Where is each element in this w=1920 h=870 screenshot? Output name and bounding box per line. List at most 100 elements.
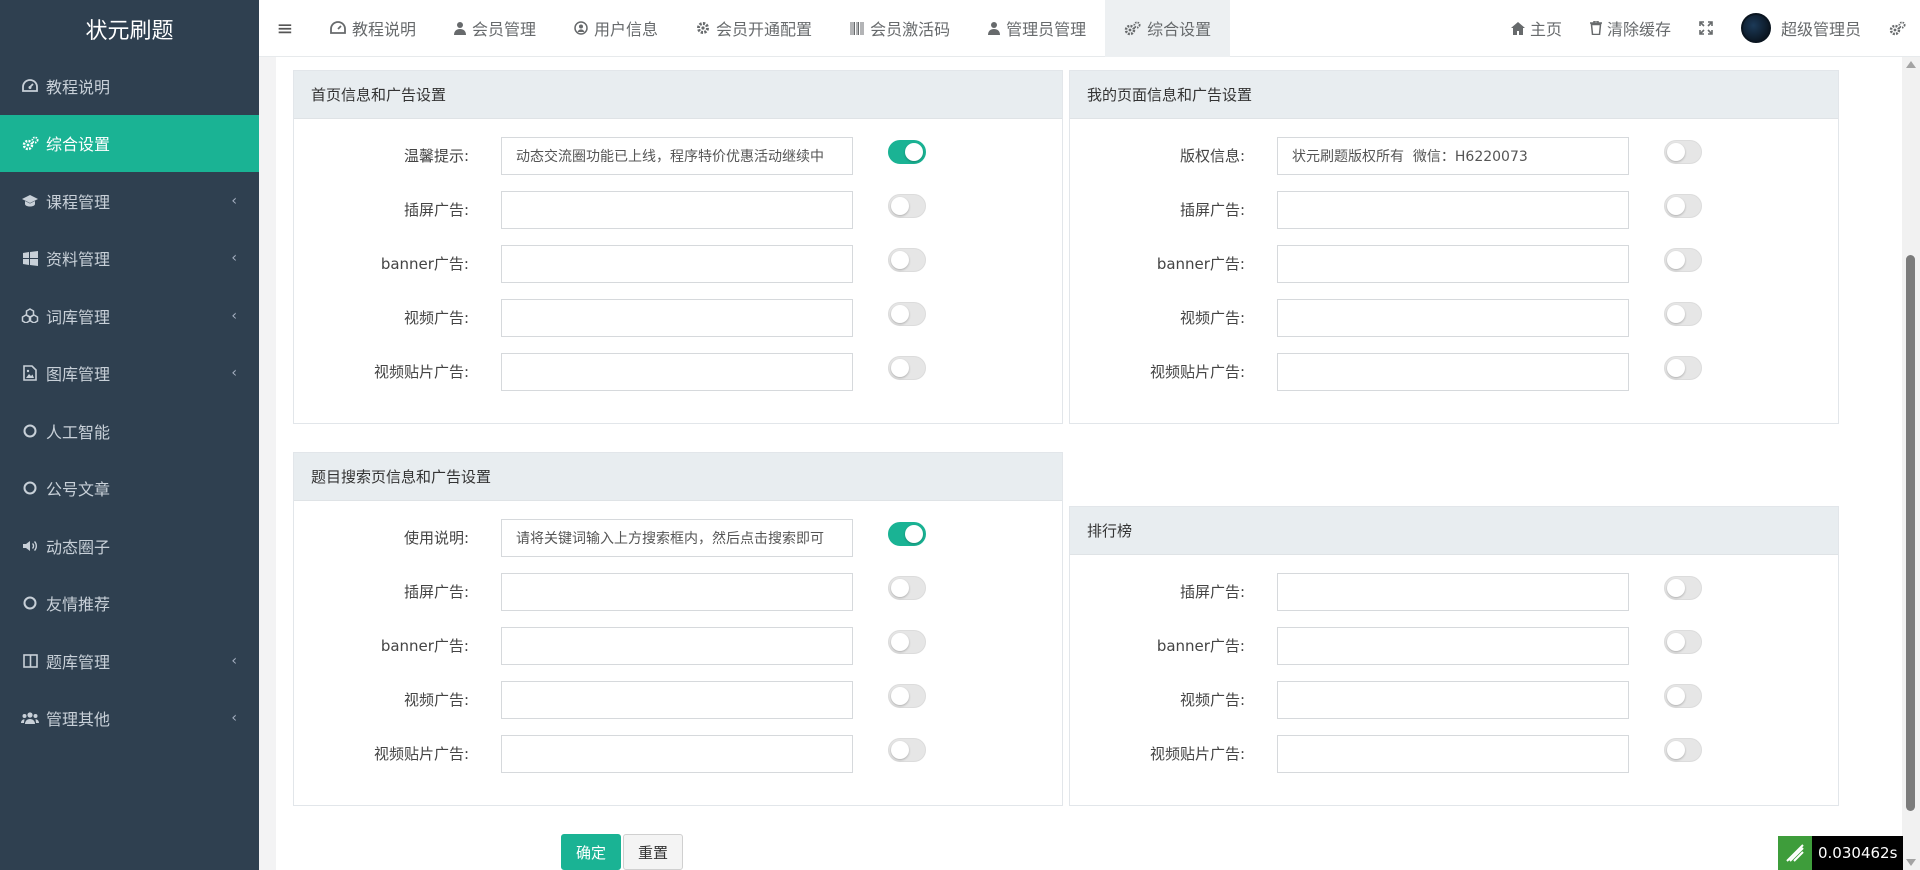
toggle-switch[interactable] [888, 302, 926, 326]
field-label: banner广告: [380, 637, 469, 655]
tab-tutorial[interactable]: 教程说明 [311, 0, 435, 57]
scroll-up-arrow-icon[interactable] [1906, 61, 1916, 68]
sidebar-item-recommend[interactable]: 友情推荐 [0, 575, 259, 633]
toggle-switch[interactable] [888, 356, 926, 380]
tab-user-info[interactable]: 用户信息 [555, 0, 677, 57]
sidebar-item-articles[interactable]: 公号文章 [0, 460, 259, 518]
toggle-switch[interactable] [888, 194, 926, 218]
toggle-switch[interactable] [888, 576, 926, 600]
panel-ranking-settings: 排行榜 插屏广告: banner广告: 视频广告: 视频贴片广告: [1069, 506, 1839, 806]
reset-button[interactable]: 重置 [623, 834, 684, 870]
debug-toolbar-logo-icon[interactable] [1778, 836, 1812, 870]
tab-activation-codes[interactable]: 会员激活码 [831, 0, 969, 57]
sidebar-item-course-management[interactable]: 课程管理 ‹ [0, 172, 259, 230]
cogs-icon [20, 136, 40, 151]
copyright-input[interactable] [1277, 137, 1629, 175]
interstitial-ad-input[interactable] [501, 573, 853, 611]
video-patch-ad-input[interactable] [1277, 735, 1629, 773]
form-row: 视频广告: [294, 681, 1062, 719]
video-ad-input[interactable] [1277, 299, 1629, 337]
gear-icon [696, 21, 710, 35]
toggle-switch[interactable] [888, 248, 926, 272]
sidebar-item-label: 管理其他 [46, 710, 111, 730]
sidebar-item-materials[interactable]: 资料管理 ‹ [0, 230, 259, 288]
field-label: 视频贴片广告: [373, 363, 469, 381]
sidebar-item-question-bank[interactable]: 题库管理 ‹ [0, 632, 259, 690]
tab-label: 管理员管理 [1006, 20, 1087, 39]
interstitial-ad-input[interactable] [1277, 573, 1629, 611]
tab-general-settings[interactable]: 综合设置 [1105, 0, 1231, 57]
tab-member-management[interactable]: 会员管理 [435, 0, 555, 57]
toggle-switch[interactable] [1664, 684, 1702, 708]
toggle-switch[interactable] [1664, 738, 1702, 762]
home-link[interactable]: 主页 [1497, 16, 1576, 40]
form-row: banner广告: [294, 245, 1062, 283]
toggle-switch[interactable] [1664, 630, 1702, 654]
fullscreen-icon[interactable] [1685, 21, 1727, 35]
toggle-switch[interactable] [1664, 576, 1702, 600]
form-row: 视频广告: [1070, 299, 1838, 337]
form-row: banner广告: [1070, 627, 1838, 665]
hamburger-menu-icon[interactable]: ≡ [259, 0, 311, 57]
tab-label: 会员开通配置 [716, 20, 813, 39]
banner-ad-input[interactable] [1277, 627, 1629, 665]
sidebar-item-general-settings[interactable]: 综合设置 [0, 114, 259, 172]
field-label: 视频贴片广告: [373, 745, 469, 763]
banner-ad-input[interactable] [501, 627, 853, 665]
toggle-switch[interactable] [888, 684, 926, 708]
main-content: 首页信息和广告设置 温馨提示: 插屏广告: banner广告: 视频广告: 视频… [276, 57, 1902, 870]
graduation-cap-icon [20, 194, 40, 208]
sidebar-item-tutorial[interactable]: 教程说明 [0, 57, 259, 115]
field-label: banner广告: [1156, 255, 1245, 273]
clear-cache-button[interactable]: 清除缓存 [1576, 16, 1685, 40]
confirm-button[interactable]: 确定 [561, 834, 622, 870]
interstitial-ad-input[interactable] [1277, 191, 1629, 229]
toggle-switch[interactable] [888, 522, 926, 546]
form-row: 温馨提示: [294, 137, 1062, 175]
cogs-icon [1124, 21, 1141, 36]
sidebar-item-label: 人工智能 [46, 422, 111, 442]
user-icon [454, 21, 467, 35]
user-menu[interactable]: 超级管理员 [1727, 13, 1875, 43]
panel-title: 排行榜 [1070, 507, 1838, 555]
video-patch-ad-input[interactable] [501, 353, 853, 391]
video-patch-ad-input[interactable] [1277, 353, 1629, 391]
vertical-scrollbar[interactable] [1902, 57, 1920, 870]
toggle-switch[interactable] [888, 140, 926, 164]
form-row: banner广告: [294, 627, 1062, 665]
toggle-switch[interactable] [1664, 248, 1702, 272]
sidebar-item-other[interactable]: 管理其他 ‹ [0, 690, 259, 748]
toggle-switch[interactable] [888, 630, 926, 654]
banner-ad-input[interactable] [501, 245, 853, 283]
chevron-left-icon: ‹ [231, 250, 237, 267]
scroll-down-arrow-icon[interactable] [1906, 859, 1916, 866]
banner-ad-input[interactable] [1277, 245, 1629, 283]
sidebar-item-ai[interactable]: 人工智能 [0, 402, 259, 460]
chevron-left-icon: ‹ [231, 710, 237, 727]
home-label: 主页 [1529, 20, 1562, 39]
form-row: 版权信息: [1070, 137, 1838, 175]
toggle-switch[interactable] [1664, 140, 1702, 164]
sidebar-item-circles[interactable]: 动态圈子 [0, 517, 259, 575]
usage-instructions-input[interactable] [501, 519, 853, 557]
scroll-thumb[interactable] [1906, 255, 1915, 811]
video-ad-input[interactable] [1277, 681, 1629, 719]
form-row: 插屏广告: [294, 191, 1062, 229]
video-patch-ad-input[interactable] [501, 735, 853, 773]
toggle-switch[interactable] [1664, 194, 1702, 218]
warm-tip-input[interactable] [501, 137, 853, 175]
tab-admin-management[interactable]: 管理员管理 [969, 0, 1105, 57]
toggle-switch[interactable] [888, 738, 926, 762]
sidebar-item-gallery[interactable]: 图库管理 ‹ [0, 345, 259, 403]
sidebar-item-lexicon[interactable]: 词库管理 ‹ [0, 287, 259, 345]
field-label: 视频广告: [1179, 309, 1245, 327]
settings-cogs-icon[interactable] [1875, 21, 1920, 36]
video-ad-input[interactable] [501, 681, 853, 719]
toggle-switch[interactable] [1664, 302, 1702, 326]
toggle-switch[interactable] [1664, 356, 1702, 380]
home-icon [1510, 21, 1525, 35]
interstitial-ad-input[interactable] [501, 191, 853, 229]
tab-membership-config[interactable]: 会员开通配置 [677, 0, 831, 57]
barcode-icon [850, 21, 864, 35]
video-ad-input[interactable] [501, 299, 853, 337]
